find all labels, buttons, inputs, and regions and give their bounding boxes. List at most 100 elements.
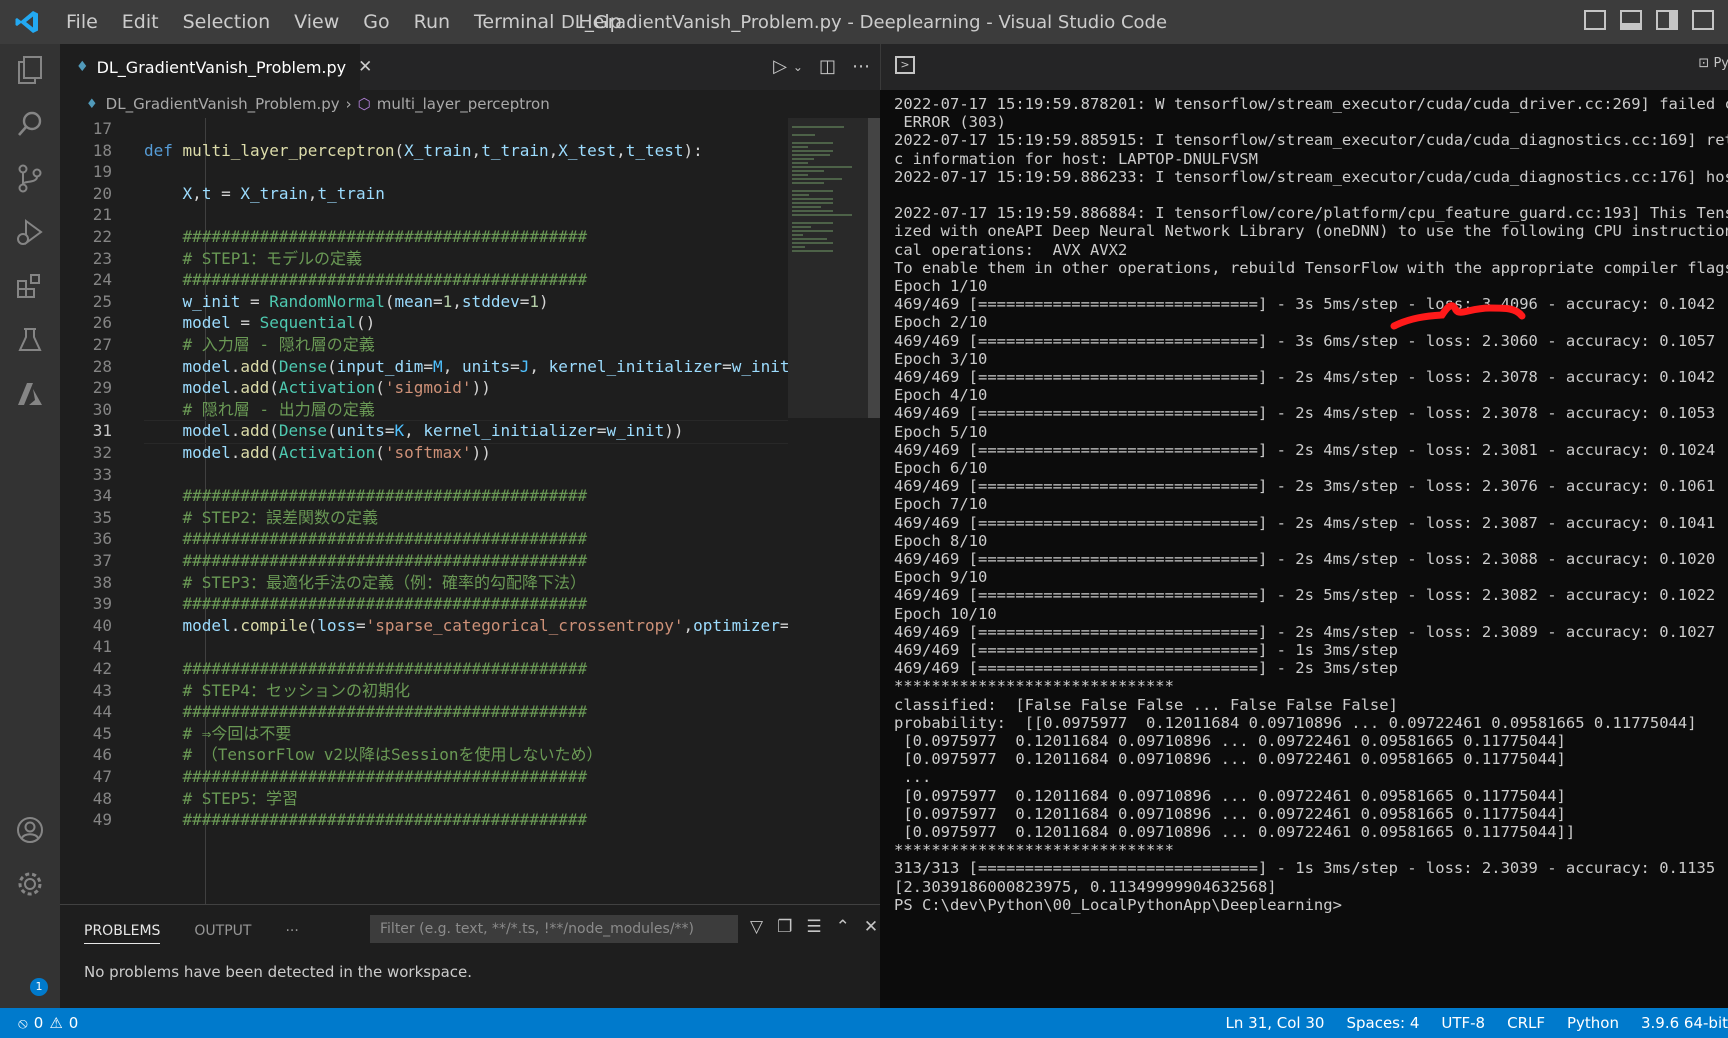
code-line[interactable]: 41 <box>60 635 788 659</box>
customize-layout-icon[interactable] <box>1692 10 1714 30</box>
code-line[interactable]: 30 # 隠れ層 - 出力層の定義 <box>60 398 788 422</box>
code-line[interactable]: 35 # STEP2：誤差関数の定義 <box>60 506 788 530</box>
filter-icon[interactable]: ▽ <box>750 917 763 937</box>
line-number: 43 <box>92 680 112 700</box>
account-icon[interactable] <box>14 814 46 846</box>
more-actions-icon[interactable]: ⋯ <box>852 56 870 77</box>
code-line[interactable]: 46 # （TensorFlow v2以降はSessionを使用しないため） <box>60 743 788 767</box>
explorer-icon[interactable] <box>14 54 46 86</box>
terminal-icon[interactable]: > <box>895 56 915 74</box>
breadcrumb-file[interactable]: DL_GradientVanish_Problem.py <box>106 95 340 113</box>
code-line[interactable]: 48 # STEP5：学習 <box>60 787 788 811</box>
code-line[interactable]: 19 <box>60 160 788 184</box>
code-text: ########################################… <box>144 810 588 830</box>
code-line[interactable]: 20 X,t = X_train,t_train <box>60 182 788 206</box>
indentation[interactable]: Spaces: 4 <box>1346 1014 1419 1032</box>
view-as-list-icon[interactable]: ☰ <box>806 917 821 937</box>
run-debug-icon[interactable] <box>14 216 46 248</box>
split-editor-icon[interactable]: ◫ <box>819 56 836 77</box>
code-editor[interactable]: 17 18 def multi_layer_perceptron(X_train,t… <box>60 118 788 904</box>
code-line[interactable]: 26 model = Sequential() <box>60 311 788 335</box>
terminal-line: Epoch 4/10 <box>894 386 988 405</box>
code-line[interactable]: 27 # 入力層 - 隠れ層の定義 <box>60 333 788 357</box>
language-mode[interactable]: Python <box>1567 1014 1619 1032</box>
menu-item-run[interactable]: Run <box>402 11 462 33</box>
menu-item-selection[interactable]: Selection <box>171 11 283 33</box>
encoding[interactable]: UTF-8 <box>1441 1014 1485 1032</box>
code-line[interactable]: 28 model.add(Dense(input_dim=M, units=J,… <box>60 355 788 379</box>
code-line[interactable]: 47 #####################################… <box>60 765 788 789</box>
menu-item-file[interactable]: File <box>54 11 110 33</box>
more-tabs-icon[interactable]: ··· <box>285 923 298 944</box>
toggle-panel-icon[interactable] <box>1620 10 1642 30</box>
code-text: ########################################… <box>144 551 588 570</box>
code-line[interactable]: 32 model.add(Activation('softmax')) <box>60 441 788 465</box>
code-text: ########################################… <box>144 486 588 506</box>
code-line[interactable]: 43 # STEP4：セッションの初期化 <box>60 679 788 703</box>
toggle-sidebar-icon[interactable] <box>1584 10 1606 30</box>
code-line[interactable]: 18 def multi_layer_perceptron(X_train,t_t… <box>60 139 788 163</box>
toggle-secondary-sidebar-icon[interactable] <box>1656 10 1678 30</box>
line-number: 30 <box>92 399 112 419</box>
terminal-python-label[interactable]: ⊡ Py <box>1698 56 1728 71</box>
run-file-icon[interactable]: ▷ <box>773 56 787 77</box>
menu-item-go[interactable]: Go <box>351 11 401 33</box>
line-number: 18 <box>92 140 112 160</box>
code-line[interactable]: 17 <box>60 118 788 141</box>
code-line[interactable]: 25 w_init = RandomNormal(mean=1,stddev=1… <box>60 290 788 314</box>
code-line[interactable]: 39 #####################################… <box>60 592 788 616</box>
code-line[interactable]: 38 # STEP3：最適化手法の定義（例：確率的勾配降下法） <box>60 571 788 595</box>
problems-status[interactable]: ⦸ 0 ⚠ 0 <box>18 1014 78 1032</box>
tab-problems[interactable]: PROBLEMS <box>84 923 161 944</box>
code-line[interactable]: 22 #####################################… <box>60 225 788 249</box>
cursor-position[interactable]: Ln 31, Col 30 <box>1226 1014 1325 1032</box>
menu-item-help[interactable]: Help <box>566 11 633 33</box>
minimap-line <box>792 214 853 216</box>
code-line[interactable]: 21 <box>60 203 788 227</box>
editor-scrollbar[interactable] <box>868 118 880 418</box>
terminal-line: [0.0975977 0.12011684 0.09710896 ... 0.0… <box>894 823 1576 841</box>
code-line[interactable]: 49 #####################################… <box>60 808 788 832</box>
end-of-line[interactable]: CRLF <box>1507 1014 1545 1032</box>
code-line[interactable]: 45 # ⇒今回は不要 <box>60 722 788 746</box>
problems-filter-input[interactable]: Filter (e.g. text, **/*.ts, !**/node_mod… <box>370 915 738 943</box>
code-line[interactable]: 34 #####################################… <box>60 484 788 508</box>
search-icon[interactable] <box>14 108 46 140</box>
code-line[interactable]: 37 #####################################… <box>60 549 788 573</box>
code-line[interactable]: 29 model.add(Activation('sigmoid')) <box>60 376 788 400</box>
terminal-line: 469/469 [==============================]… <box>894 404 1716 423</box>
close-icon[interactable]: ✕ <box>358 57 372 77</box>
testing-icon[interactable] <box>14 324 46 356</box>
terminal-line: Epoch 1/10 <box>894 277 988 295</box>
code-line[interactable]: 44 #####################################… <box>60 700 788 724</box>
code-line[interactable]: 36 #####################################… <box>60 527 788 551</box>
code-line[interactable]: 40 model.compile(loss='sparse_categorica… <box>60 614 788 638</box>
breadcrumb-symbol[interactable]: multi_layer_perceptron <box>377 95 550 113</box>
collapse-all-icon[interactable]: ❐ <box>777 917 792 937</box>
code-line[interactable]: 42 #####################################… <box>60 657 788 681</box>
terminal-tab-bar: > ⊡ Py <box>880 44 1728 90</box>
python-interpreter[interactable]: 3.9.6 64-bit <box>1641 1014 1728 1032</box>
extensions-icon[interactable] <box>14 270 46 302</box>
terminal-output[interactable]: 2022-07-17 15:19:59.878201: W tensorflow… <box>880 90 1728 1008</box>
gear-icon[interactable] <box>14 868 46 900</box>
code-text: model = Sequential() <box>182 313 376 333</box>
close-panel-icon[interactable]: ✕ <box>864 917 878 937</box>
minimap-line <box>792 190 834 192</box>
menu-item-terminal[interactable]: Terminal <box>462 11 566 33</box>
chevron-down-icon[interactable]: ⌄ <box>793 60 803 77</box>
menu-item-view[interactable]: View <box>282 11 351 33</box>
maximize-panel-icon[interactable]: ⌃ <box>836 917 850 937</box>
code-text: model.add(Activation('softmax')) <box>182 443 491 462</box>
tab-output[interactable]: OUTPUT <box>194 923 251 944</box>
azure-icon[interactable] <box>14 378 46 410</box>
minimap[interactable] <box>788 118 880 904</box>
source-control-icon[interactable] <box>14 162 46 194</box>
menu-item-edit[interactable]: Edit <box>110 11 171 33</box>
tab-dl-gradientvanish-problem[interactable]: ♦ DL_GradientVanish_Problem.py ✕ <box>60 44 372 90</box>
code-line[interactable]: 31 model.add(Dense(units=K, kernel_initi… <box>60 419 788 443</box>
code-line[interactable]: 33 <box>60 463 788 487</box>
code-line[interactable]: 24 #####################################… <box>60 268 788 292</box>
code-line[interactable]: 23 # STEP1：モデルの定義 <box>60 247 788 271</box>
panel-tabs: PROBLEMS OUTPUT ··· <box>84 923 299 944</box>
